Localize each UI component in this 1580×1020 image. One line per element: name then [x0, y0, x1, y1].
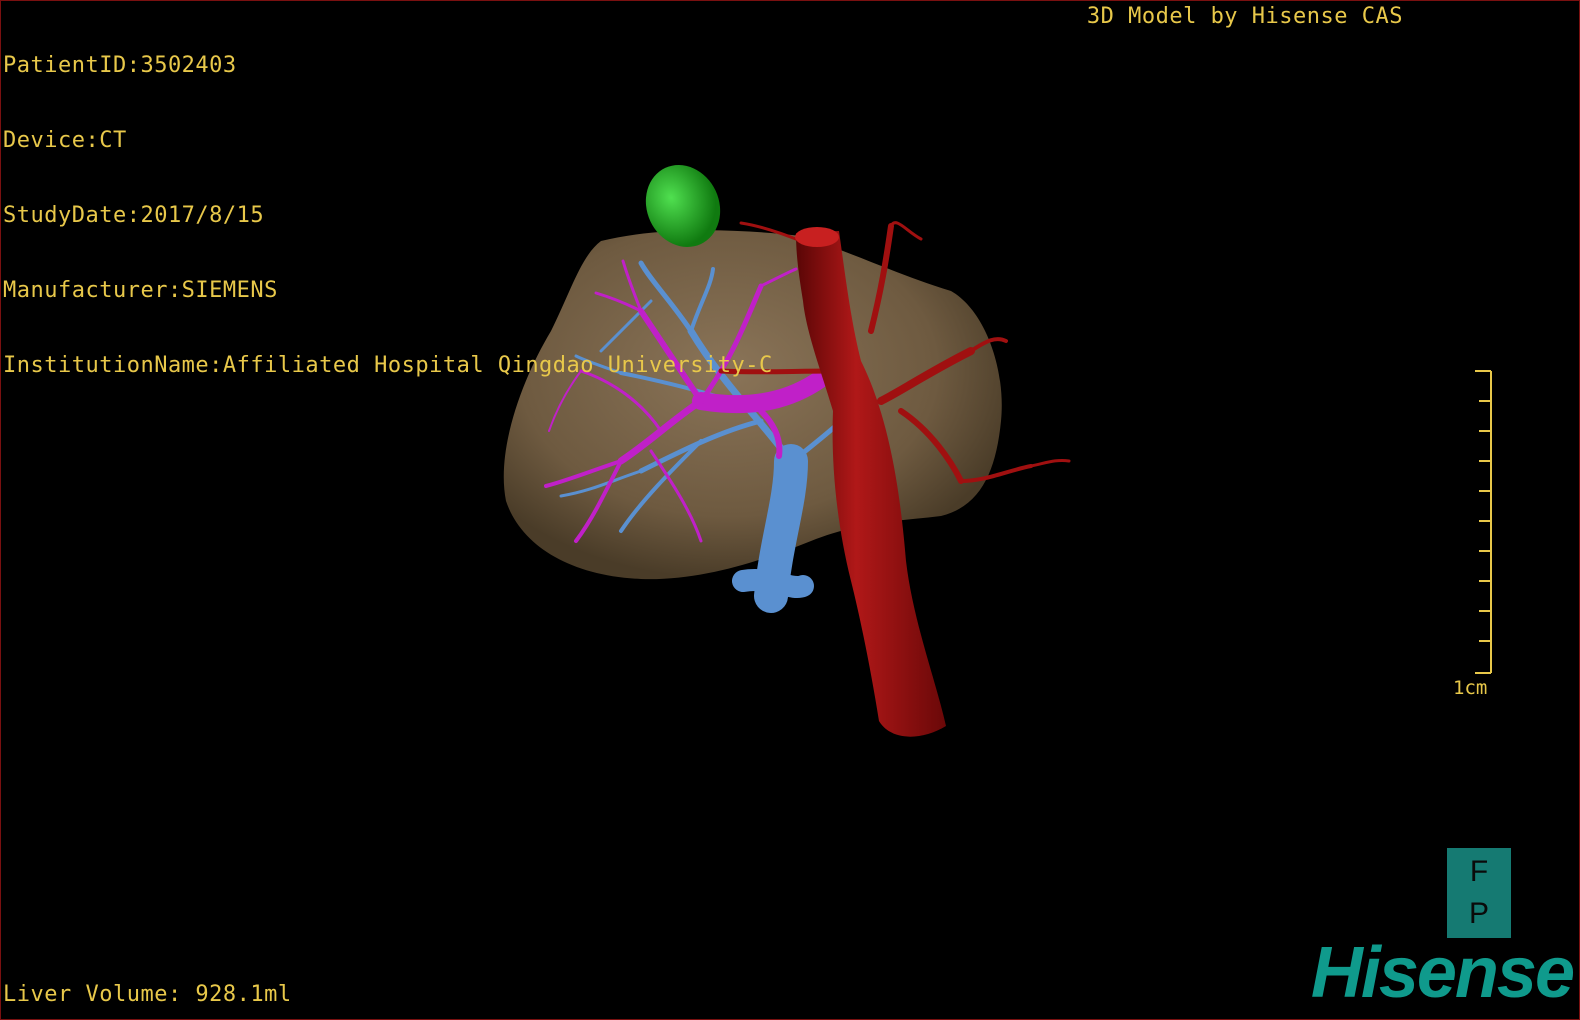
device: Device:CT [3, 128, 127, 153]
dicom-metadata: PatientID:3502403 Device:CT StudyDate:20… [3, 3, 773, 428]
institution-name: InstitutionName:Affiliated Hospital Qing… [3, 353, 773, 378]
patient-id: PatientID:3502403 [3, 53, 237, 78]
hisense-logo: Hisense [1310, 933, 1575, 1013]
model-credit: 3D Model by Hisense CAS [1086, 4, 1403, 29]
orientation-bottom-label: P [1468, 897, 1489, 930]
orientation-top-label: F [1469, 855, 1489, 888]
study-date: StudyDate:2017/8/15 [3, 203, 265, 228]
manufacturer: Manufacturer:SIEMENS [3, 278, 278, 303]
orientation-indicator[interactable]: F P [1447, 848, 1511, 938]
scale-bar [1475, 370, 1492, 674]
liver-volume: Liver Volume: 928.1ml [3, 982, 292, 1007]
3d-viewport[interactable]: PatientID:3502403 Device:CT StudyDate:20… [0, 0, 1580, 1020]
aorta-top [795, 227, 839, 247]
scale-label: 1cm [1453, 677, 1488, 699]
